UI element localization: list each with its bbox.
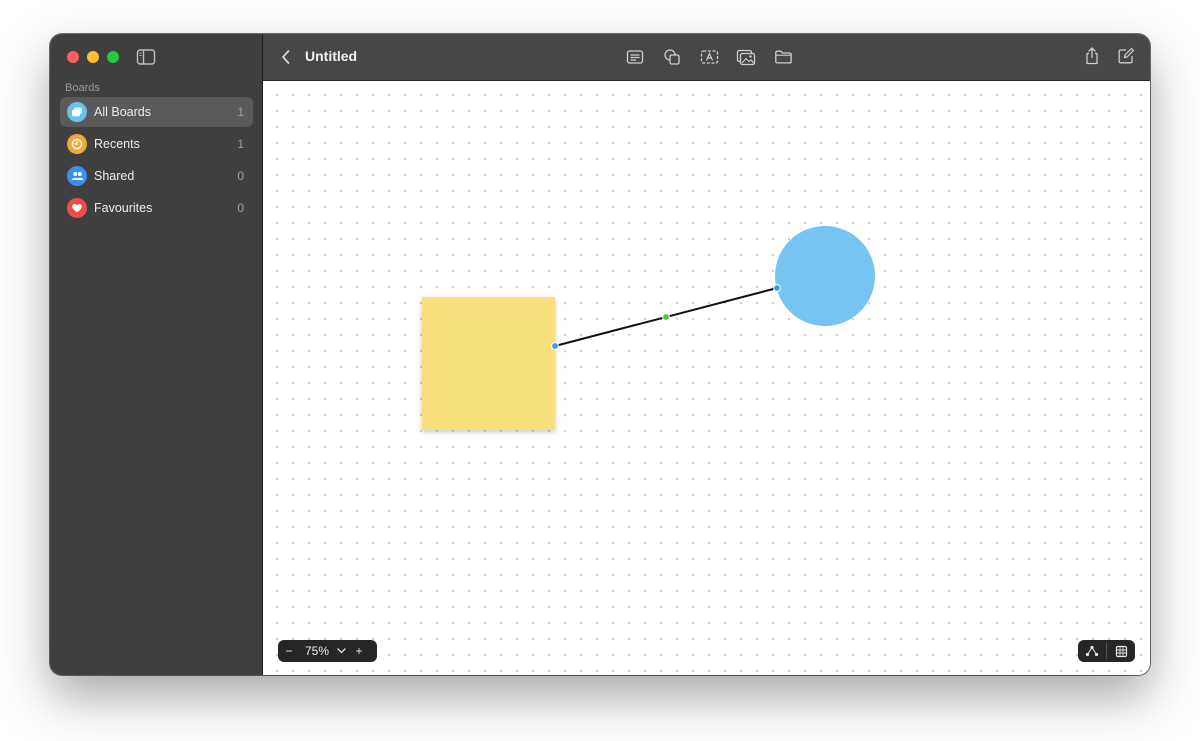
compose-icon[interactable] [1117,47,1135,65]
connector-midpoint-handle[interactable] [662,313,670,321]
insert-tools [624,47,794,67]
circle-shape[interactable] [775,226,875,326]
sidebar-item-recents[interactable]: Recents 1 [60,129,253,159]
zoom-out-button[interactable]: − [278,640,300,662]
text-box-tool-button[interactable] [624,47,646,67]
app-window: Boards All Boards 1 Recents 1 Shared 0 F… [50,34,1150,675]
sidebar-item-all-boards[interactable]: All Boards 1 [60,97,253,127]
text-tool-button[interactable] [698,47,720,67]
board-canvas[interactable]: − 75% + [263,81,1150,675]
text-box-icon [626,50,644,64]
shapes-tool-button[interactable] [661,47,683,67]
sidebar-item-count: 1 [237,137,244,151]
sticky-note[interactable] [422,297,555,430]
grid-view-button[interactable] [1107,640,1135,662]
sidebar-item-label: All Boards [94,105,151,119]
chevron-down-icon [336,648,346,654]
diagram-view-button[interactable] [1078,640,1106,662]
sidebar-item-favourites[interactable]: Favourites 0 [60,193,253,223]
share-icon[interactable] [1083,46,1101,66]
folder-icon [774,50,792,64]
zoom-in-button[interactable]: + [348,640,370,662]
minimize-window-button[interactable] [87,51,99,63]
zoom-menu-button[interactable] [334,640,348,662]
toolbar: Untitled [263,34,1150,81]
back-chevron-icon[interactable] [279,48,293,66]
sidebar-item-label: Favourites [94,201,153,215]
sidebar-item-shared[interactable]: Shared 0 [60,161,253,191]
file-tool-button[interactable] [772,47,794,67]
sidebar-item-count: 0 [237,201,244,215]
board-title[interactable]: Untitled [305,48,357,64]
close-window-button[interactable] [67,51,79,63]
sidebar: Boards All Boards 1 Recents 1 Shared 0 F… [50,34,263,675]
shapes-icon [664,49,680,65]
grid-icon [1115,645,1127,657]
sidebar-item-count: 1 [237,105,244,119]
media-icon [736,49,756,65]
sidebar-item-count: 0 [237,169,244,183]
connector-line[interactable] [263,81,1150,675]
window-controls [67,51,119,63]
boards-list: All Boards 1 Recents 1 Shared 0 Favourit… [60,97,253,225]
sidebar-item-label: Recents [94,137,140,151]
people-icon [67,166,87,186]
nodes-icon [1085,645,1099,657]
text-icon [700,50,718,64]
media-tool-button[interactable] [735,47,757,67]
boards-icon [67,102,87,122]
zoom-control: − 75% + [278,640,377,662]
sidebar-section-label: Boards [65,82,100,94]
zoom-window-button[interactable] [107,51,119,63]
sidebar-item-label: Shared [94,169,135,183]
zoom-level[interactable]: 75% [300,644,334,658]
sidebar-toggle-icon[interactable] [136,48,156,66]
view-controls [1078,640,1135,662]
clock-icon [67,134,87,154]
heart-icon [67,198,87,218]
